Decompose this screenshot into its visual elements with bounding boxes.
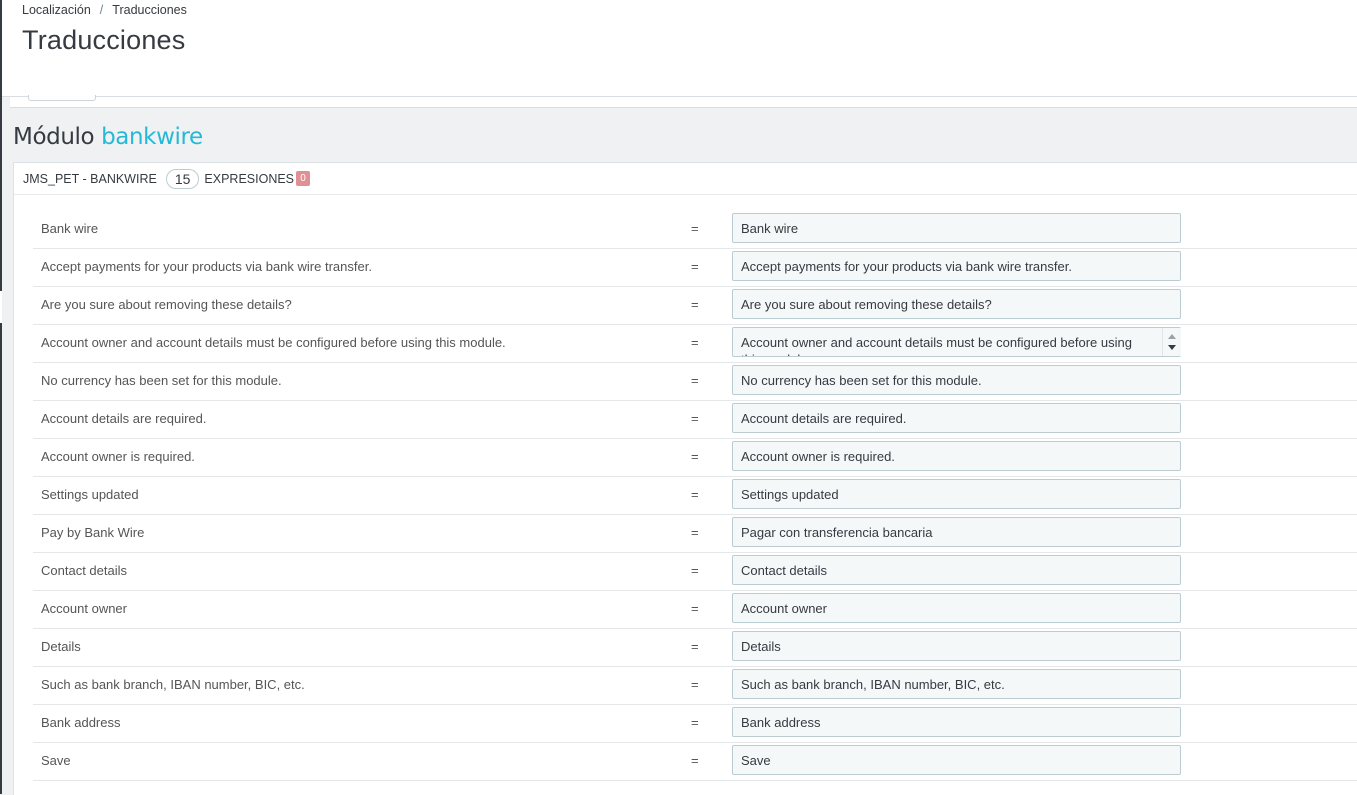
source-string: Settings updated [41,487,139,502]
source-string: Account owner and account details must b… [41,335,506,350]
missing-translations-badge: 0 [296,171,311,186]
source-string: Account details are required. [41,411,207,426]
translation-input[interactable] [732,555,1181,585]
translation-input[interactable] [732,517,1181,547]
translation-input[interactable] [732,593,1181,623]
translation-input[interactable] [732,631,1181,661]
source-string: Bank wire [41,221,99,236]
equals-sign: = [691,639,699,654]
breadcrumb-parent[interactable]: Localización [22,3,91,17]
translation-row: Save = [33,743,1357,781]
translation-row: Details = [33,629,1357,667]
translation-row: Account owner = [33,591,1357,629]
scroll-down-arrow-icon[interactable] [1168,345,1176,350]
theme-module-label: JMS_PET - BANKWIRE [23,171,157,186]
translation-input[interactable] [732,479,1181,509]
translation-row: Account owner and account details must b… [33,325,1357,363]
module-name: bankwire [101,124,203,150]
equals-sign: = [691,411,699,426]
equals-sign: = [691,525,699,540]
source-string: Details [41,639,81,654]
translation-row: Bank wire = [33,211,1357,249]
source-string: Account owner [41,601,127,616]
scroll-up-arrow-icon[interactable] [1168,334,1176,339]
sidebar-edge-gap [0,291,2,323]
translation-input[interactable] [732,251,1181,281]
translation-input[interactable] [732,441,1181,471]
translation-input[interactable] [732,669,1181,699]
equals-sign: = [691,563,699,578]
equals-sign: = [691,221,699,236]
translation-row: Accept payments for your products via ba… [33,249,1357,287]
translation-row: Contact details = [33,553,1357,591]
equals-sign: = [691,601,699,616]
module-heading: Módulo bankwire [13,124,203,150]
source-string: Bank address [41,715,121,730]
equals-sign: = [691,449,699,464]
breadcrumb: Localización / Traducciones [22,3,187,17]
source-string: Such as bank branch, IBAN number, BIC, e… [41,677,305,692]
translation-input[interactable] [732,365,1181,395]
translation-input[interactable] [732,213,1181,243]
equals-sign: = [691,487,699,502]
translation-row: Account details are required. = [33,401,1357,439]
translations-panel: JMS_PET - BANKWIRE 15 EXPRESIONES 0 Bank… [13,162,1357,795]
toolbar-button-partial[interactable] [28,95,96,101]
expressions-count-badge: 15 [165,168,200,189]
page-header: Localización / Traducciones Traducciones [2,0,1357,97]
module-heading-prefix: Módulo [13,124,95,150]
equals-sign: = [691,335,699,350]
source-string: Account owner is required. [41,449,195,464]
translation-row: Pay by Bank Wire = [33,515,1357,553]
translation-rows: Bank wire = Accept payments for your pro… [33,211,1357,781]
translation-input[interactable] [732,289,1181,319]
equals-sign: = [691,753,699,768]
translation-row: Such as bank branch, IBAN number, BIC, e… [33,667,1357,705]
sidebar-edge [0,0,2,794]
source-string: Accept payments for your products via ba… [41,259,372,274]
translation-row: No currency has been set for this module… [33,363,1357,401]
source-string: Save [41,753,71,768]
source-string: Contact details [41,563,127,578]
page-title: Traducciones [22,25,186,55]
translation-row: Are you sure about removing these detail… [33,287,1357,325]
expressions-label: EXPRESIONES [204,171,295,186]
translation-textarea[interactable]: Account owner and account details must b… [732,327,1181,357]
equals-sign: = [691,715,699,730]
translation-input[interactable] [732,707,1181,737]
source-string: Are you sure about removing these detail… [41,297,292,312]
translation-row: Account owner is required. = [33,439,1357,477]
textarea-scrollbar[interactable] [1162,328,1181,356]
breadcrumb-separator: / [99,3,104,17]
equals-sign: = [691,259,699,274]
translation-input[interactable] [732,745,1181,775]
equals-sign: = [691,373,699,388]
equals-sign: = [691,677,699,692]
translation-input[interactable] [732,403,1181,433]
panel-header: JMS_PET - BANKWIRE 15 EXPRESIONES 0 [14,163,1357,195]
translation-row: Settings updated = [33,477,1357,515]
toolbar-strip [10,95,1357,108]
equals-sign: = [691,297,699,312]
breadcrumb-current: Traducciones [112,3,187,17]
source-string: Pay by Bank Wire [41,525,145,540]
source-string: No currency has been set for this module… [41,373,282,388]
translation-row: Bank address = [33,705,1357,743]
